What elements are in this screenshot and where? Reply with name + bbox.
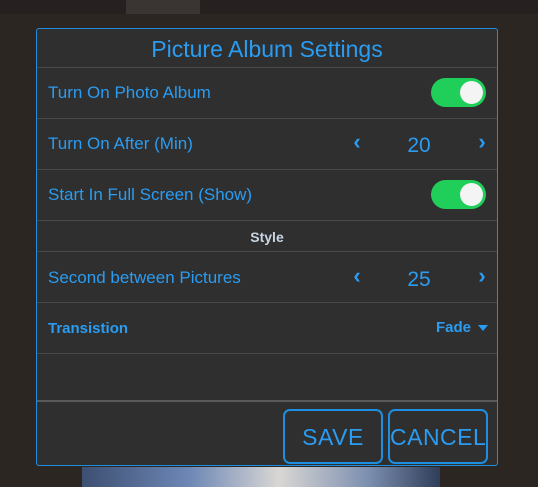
save-button[interactable]: SAVE [283, 409, 383, 464]
toggle-knob [460, 81, 483, 104]
photo-album-label: Turn On Photo Album [48, 83, 211, 102]
style-section-header: Style [250, 229, 284, 245]
chevron-right-icon[interactable]: › [472, 263, 492, 289]
caret-down-icon[interactable] [478, 325, 488, 331]
background-photo [82, 467, 440, 487]
photo-album-toggle[interactable] [431, 78, 486, 107]
full-screen-toggle[interactable] [431, 180, 486, 209]
background-tab [126, 0, 200, 14]
transition-value[interactable]: Fade [436, 319, 471, 336]
turn-on-after-value: 20 [407, 134, 431, 157]
chevron-right-icon[interactable]: › [472, 129, 492, 155]
footer-divider [37, 400, 497, 402]
chevron-left-icon[interactable]: ‹ [347, 263, 367, 289]
full-screen-row: Start In Full Screen (Show) [37, 169, 497, 220]
dialog-title: Picture Album Settings [151, 36, 383, 62]
style-section: Style [37, 220, 497, 251]
seconds-between-value: 25 [407, 268, 431, 291]
transition-row[interactable]: Transistion Fade [37, 302, 497, 353]
cancel-button[interactable]: CANCEL [388, 409, 488, 464]
toggle-knob [460, 183, 483, 206]
turn-on-after-row: Turn On After (Min) ‹ 20 › [37, 118, 497, 169]
seconds-between-row: Second between Pictures ‹ 25 › [37, 251, 497, 302]
empty-row [37, 353, 497, 400]
full-screen-label: Start In Full Screen (Show) [48, 185, 253, 204]
photo-album-row: Turn On Photo Album [37, 67, 497, 118]
picture-album-settings-dialog: Picture Album Settings Turn On Photo Alb… [36, 28, 498, 466]
seconds-between-label: Second between Pictures [48, 268, 241, 287]
turn-on-after-label: Turn On After (Min) [48, 134, 193, 153]
background-top-bar [0, 0, 538, 14]
chevron-left-icon[interactable]: ‹ [347, 129, 367, 155]
transition-label: Transistion [48, 320, 129, 337]
